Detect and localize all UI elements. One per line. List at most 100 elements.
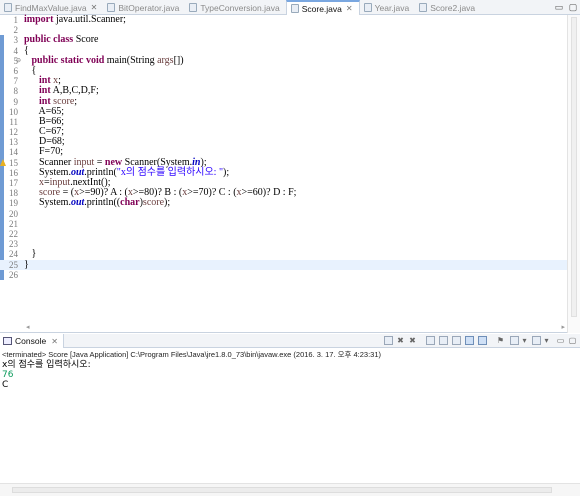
clear-console-icon[interactable] xyxy=(426,336,435,345)
code-line: 22 xyxy=(0,229,567,239)
tab-label: FindMaxValue.java xyxy=(15,2,87,13)
tab-label: BitOperator.java xyxy=(118,2,180,13)
line-number: 14 xyxy=(9,147,18,158)
java-file-icon xyxy=(189,3,198,12)
line-number: 10 xyxy=(9,106,18,117)
console-header: Console ✕ ✖ ✖ ⚑ ▾ ▾ ▭ ▢ xyxy=(0,334,580,348)
line-number: 24 xyxy=(9,249,18,260)
tab-score[interactable]: Score.java ✕ xyxy=(285,0,360,15)
code-line: 9 int score; xyxy=(0,96,567,107)
console-output-result: C xyxy=(2,380,9,390)
open-console-icon[interactable] xyxy=(532,336,541,345)
code-line: 8 int A,B,C,D,F; xyxy=(0,86,567,97)
code-editor[interactable]: 1 import java.util.Scanner; 2 3 public cla… xyxy=(0,14,580,333)
word-wrap-icon[interactable] xyxy=(452,336,461,345)
code-line: 3 public class Score xyxy=(0,35,567,46)
tab-score2[interactable]: Score2.java xyxy=(415,0,481,15)
close-icon[interactable]: ✕ xyxy=(51,337,58,346)
line-number: 15 xyxy=(9,157,18,168)
maximize-icon[interactable]: ▢ xyxy=(568,336,577,345)
chevron-down-icon[interactable]: ▾ xyxy=(520,336,529,345)
scroll-left-icon[interactable]: ◂ xyxy=(26,323,30,331)
code-line: 24 } xyxy=(0,249,567,260)
console-status: <terminated> Score [Java Application] C:… xyxy=(2,350,382,359)
scrollbar-thumb[interactable] xyxy=(12,487,552,493)
maximize-icon[interactable]: ▢ xyxy=(566,0,580,14)
code-line: 19 System.out.println((char)score); xyxy=(0,198,567,209)
code-line: 5 ⊖ public static void main(String args[]… xyxy=(0,55,567,66)
java-file-icon xyxy=(107,3,116,12)
line-number: 21 xyxy=(9,218,18,229)
line-number: 25 xyxy=(9,259,18,270)
line-number: 22 xyxy=(9,228,18,239)
code-line: 13 D=68; xyxy=(0,137,567,148)
tab-label: Year.java xyxy=(374,2,410,13)
line-number: 17 xyxy=(9,178,18,188)
line-number: 26 xyxy=(9,269,18,280)
close-icon[interactable]: ✕ xyxy=(346,4,353,13)
java-file-icon xyxy=(290,4,299,13)
tab-label: TypeConversion.java xyxy=(200,2,280,13)
code-line: 26 xyxy=(0,270,567,280)
tab-label: Score2.java xyxy=(430,2,476,13)
code-line: 1 import java.util.Scanner; xyxy=(0,14,567,25)
scroll-lock-icon[interactable] xyxy=(439,336,448,345)
line-number: 12 xyxy=(9,127,18,138)
terminate-icon[interactable] xyxy=(384,336,393,345)
line-number: 13 xyxy=(9,137,18,148)
line-number: 23 xyxy=(9,239,18,250)
console-icon xyxy=(3,337,12,345)
java-file-icon xyxy=(363,3,372,12)
tab-year[interactable]: Year.java xyxy=(360,0,416,15)
line-number: 4 xyxy=(13,45,19,56)
display-console-icon[interactable] xyxy=(510,336,519,345)
line-number: 6 xyxy=(13,65,19,76)
line-number: 9 xyxy=(13,96,19,107)
tab-bitoperator[interactable]: BitOperator.java xyxy=(103,0,185,15)
line-number: 19 xyxy=(9,198,18,209)
warning-icon[interactable] xyxy=(0,158,6,166)
editor-vertical-scrollbar[interactable] xyxy=(567,15,580,333)
line-number: 1 xyxy=(13,15,19,25)
code-line: 6 { xyxy=(0,65,567,76)
line-number: 20 xyxy=(9,208,18,219)
line-number: 8 xyxy=(13,86,19,97)
line-number: 18 xyxy=(9,188,18,199)
line-number: 7 xyxy=(13,76,19,87)
code-line: 12 C=67; xyxy=(0,126,567,138)
code-lines: 1 import java.util.Scanner; 2 3 public cla… xyxy=(0,14,567,280)
tab-label: Score.java xyxy=(301,3,342,14)
current-line: 25} xyxy=(0,259,567,270)
code-line: 10 A=65; xyxy=(0,106,567,117)
java-file-icon xyxy=(4,3,12,12)
scrollbar-thumb[interactable] xyxy=(571,17,577,317)
line-number: 16 xyxy=(9,167,18,178)
line-number: 11 xyxy=(9,116,18,127)
remove-all-terminated-icon[interactable]: ✖ xyxy=(408,336,417,345)
remove-launch-icon[interactable]: ✖ xyxy=(396,336,405,345)
code-line: 23 xyxy=(0,239,567,249)
minimize-icon[interactable]: ▭ xyxy=(556,336,565,345)
chevron-down-icon[interactable]: ▾ xyxy=(542,336,551,345)
editor-horizontal-scrollbar[interactable]: ◂ ▸ xyxy=(24,322,567,332)
scroll-right-icon[interactable]: ▸ xyxy=(561,323,565,331)
console-output-prompt: x의 점수를 입력하시오: xyxy=(2,360,91,370)
show-console-stderr-icon[interactable] xyxy=(478,336,487,345)
editor-tab-bar: FindMaxValue.java ✕ BitOperator.java Typ… xyxy=(0,0,580,15)
tab-typeconversion[interactable]: TypeConversion.java xyxy=(185,0,285,15)
code-line: 11 B=66; xyxy=(0,116,567,127)
minimize-icon[interactable]: ▭ xyxy=(552,0,566,14)
tab-console[interactable]: Console ✕ xyxy=(0,334,64,348)
code-line: 20 xyxy=(0,209,567,219)
java-file-icon xyxy=(419,3,428,12)
console-horizontal-scrollbar[interactable] xyxy=(0,483,580,496)
console-tab-label: Console xyxy=(15,336,47,346)
tab-findmaxvalue[interactable]: FindMaxValue.java ✕ xyxy=(0,0,103,15)
show-console-stdout-icon[interactable] xyxy=(465,336,474,345)
line-number: 3 xyxy=(13,35,19,46)
fold-marker-icon[interactable]: ⊖ xyxy=(16,56,21,66)
code-line: 21 xyxy=(0,219,567,229)
close-icon[interactable]: ✕ xyxy=(91,3,98,12)
pin-console-icon[interactable]: ⚑ xyxy=(496,336,505,345)
console-output-input: 76 xyxy=(2,370,14,380)
